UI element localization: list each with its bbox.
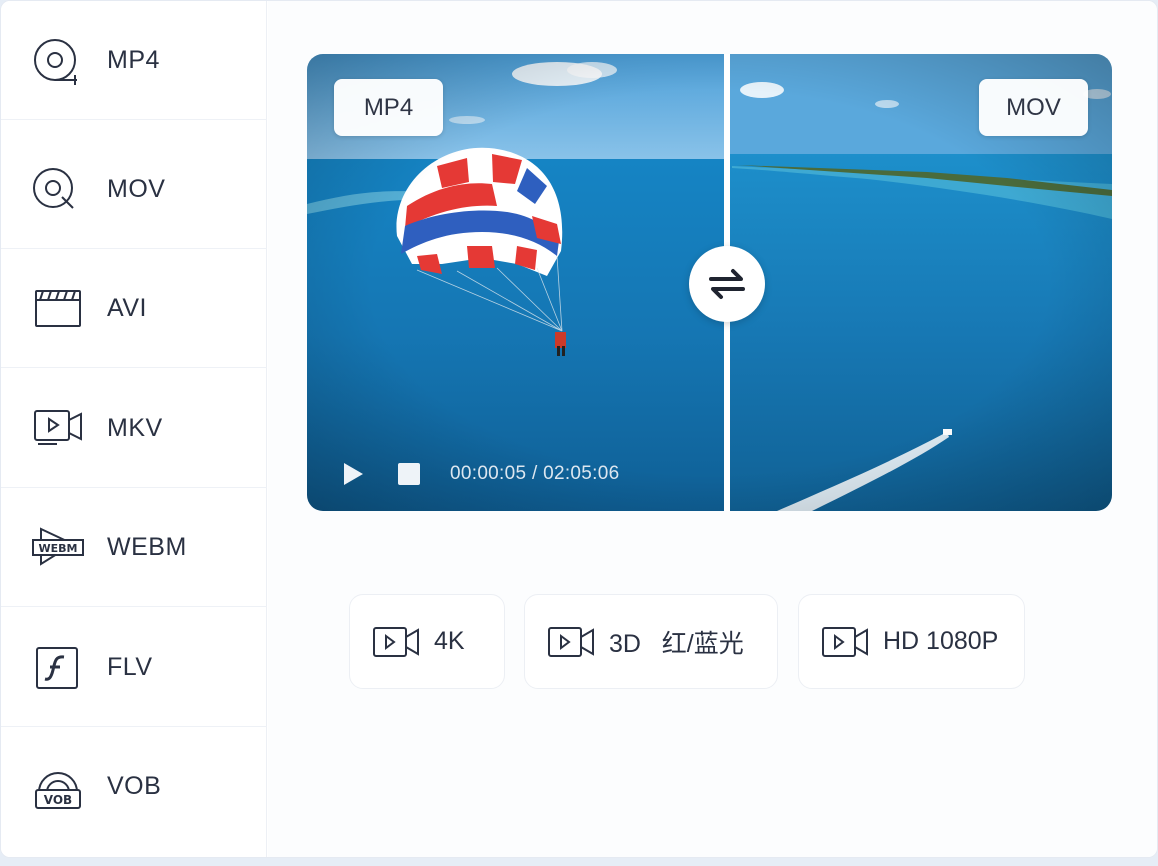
disc-icon <box>31 35 85 85</box>
format-sidebar: MP4 MOV AVI MKV WEBM WEBM FLV VOB VOB <box>1 1 267 857</box>
sidebar-item-label: MOV <box>107 174 166 203</box>
vob-icon: VOB <box>31 762 85 812</box>
sidebar-item-webm[interactable]: WEBM WEBM <box>1 488 267 607</box>
video-camera-icon <box>373 626 419 657</box>
sidebar-item-label: VOB <box>107 772 162 800</box>
target-format-tag: MOV <box>979 79 1088 136</box>
webm-icon: WEBM <box>31 522 85 572</box>
timecode: 00:00:05 / 02:05:06 <box>450 463 620 484</box>
clapperboard-icon <box>31 283 85 333</box>
video-camera-icon <box>822 626 868 657</box>
option-label: 3D 红/蓝光 <box>609 629 744 658</box>
source-format-tag: MP4 <box>334 79 443 136</box>
option-3d-button[interactable]: 3D 红/蓝光 <box>524 594 778 689</box>
sidebar-item-mov[interactable]: MOV <box>1 130 267 249</box>
video-preview[interactable]: MP4 MOV 00:00:05 / 02:05:06 <box>307 54 1112 511</box>
sidebar-item-label: FLV <box>107 652 153 681</box>
sidebar-item-label: MP4 <box>107 45 160 74</box>
option-4k-button[interactable]: 4K <box>349 594 505 689</box>
playback-controls: 00:00:05 / 02:05:06 <box>341 459 619 489</box>
sidebar-item-label: MKV <box>107 413 163 442</box>
converter-window: MP4 MOV AVI MKV WEBM WEBM FLV VOB VOB MP… <box>0 0 1158 858</box>
video-camera-icon <box>548 626 594 657</box>
sidebar-item-vob[interactable]: VOB VOB <box>1 727 267 846</box>
sidebar-item-label: AVI <box>107 293 147 322</box>
svg-text:VOB: VOB <box>44 793 72 807</box>
option-hd1080p-button[interactable]: HD 1080P <box>798 594 1025 689</box>
sidebar-item-flv[interactable]: FLV <box>1 608 267 727</box>
sidebar-item-mp4[interactable]: MP4 <box>1 1 267 120</box>
sidebar-item-label: WEBM <box>107 532 187 561</box>
flash-icon <box>31 642 85 692</box>
option-label: 4K <box>434 627 465 655</box>
main-panel: MP4 MOV 00:00:05 / 02:05:06 4K 3D 红/蓝光 H… <box>268 1 1157 857</box>
disc-search-icon <box>31 164 85 214</box>
swap-button[interactable] <box>689 246 765 322</box>
video-monitor-icon <box>31 403 85 453</box>
svg-text:WEBM: WEBM <box>39 542 78 555</box>
play-icon[interactable] <box>341 462 365 486</box>
option-label: HD 1080P <box>883 627 999 655</box>
stop-icon[interactable] <box>398 463 420 485</box>
sidebar-item-mkv[interactable]: MKV <box>1 369 267 488</box>
swap-arrows-icon <box>709 269 745 299</box>
sidebar-item-avi[interactable]: AVI <box>1 249 267 368</box>
